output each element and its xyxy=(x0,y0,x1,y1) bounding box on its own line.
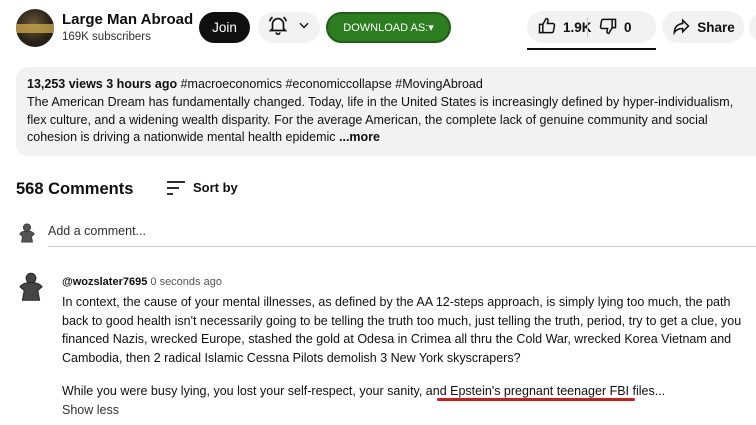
join-button[interactable]: Join xyxy=(199,12,250,43)
description-meta: 13,253 views 3 hours ago #macroeconomics… xyxy=(27,77,483,91)
comment-header: @wozslater7695 0 seconds ago xyxy=(62,276,222,288)
like-dislike-group: 1.9K 0 xyxy=(527,11,656,43)
channel-name[interactable]: Large Man Abroad xyxy=(62,11,193,28)
bell-icon xyxy=(267,14,289,41)
comment-paragraph-2: While you were busy lying, you lost your… xyxy=(62,384,666,398)
sort-by-button[interactable]: Sort by xyxy=(193,180,238,195)
description-body: The American Dream has fundamentally cha… xyxy=(27,95,734,144)
download-button[interactable]: DOWNLOAD AS:▾ xyxy=(326,12,451,43)
comment-time[interactable]: 0 seconds ago xyxy=(150,276,222,288)
view-count: 13,253 views xyxy=(27,77,103,91)
dislike-count: 0 xyxy=(624,19,632,35)
description-text: The American Dream has fundamentally cha… xyxy=(27,94,749,147)
share-button[interactable]: Share xyxy=(662,11,744,43)
like-button[interactable]: 1.9K xyxy=(527,11,592,43)
comment-author[interactable]: @wozslater7695 xyxy=(62,276,147,288)
chevron-down-icon xyxy=(297,18,311,37)
show-less-button[interactable]: Show less xyxy=(62,403,119,417)
user-avatar-icon xyxy=(16,222,38,249)
more-link[interactable]: ...more xyxy=(339,130,380,144)
thumbs-down-icon xyxy=(598,16,618,39)
notifications-button[interactable] xyxy=(258,12,320,43)
commenter-avatar[interactable] xyxy=(16,272,46,309)
thumbs-up-icon xyxy=(537,16,557,39)
comment-paragraph-1: In context, the cause of your mental ill… xyxy=(62,295,742,365)
add-comment-underline xyxy=(48,246,756,247)
like-group-underline xyxy=(527,48,656,50)
red-annotation-underline xyxy=(437,398,635,401)
add-comment-input[interactable]: Add a comment... xyxy=(48,224,146,238)
hashtags[interactable]: #macroeconomics #economiccollapse #Movin… xyxy=(181,77,483,91)
more-actions-button[interactable] xyxy=(749,11,756,43)
share-label: Share xyxy=(697,19,735,35)
channel-avatar[interactable] xyxy=(16,9,54,47)
subscriber-count: 169K subscribers xyxy=(62,31,151,43)
comments-count: 568 Comments xyxy=(16,180,134,198)
share-icon xyxy=(671,16,691,39)
dislike-button[interactable]: 0 xyxy=(588,11,632,43)
sort-icon[interactable] xyxy=(166,180,186,201)
upload-time: 3 hours ago xyxy=(106,77,178,91)
